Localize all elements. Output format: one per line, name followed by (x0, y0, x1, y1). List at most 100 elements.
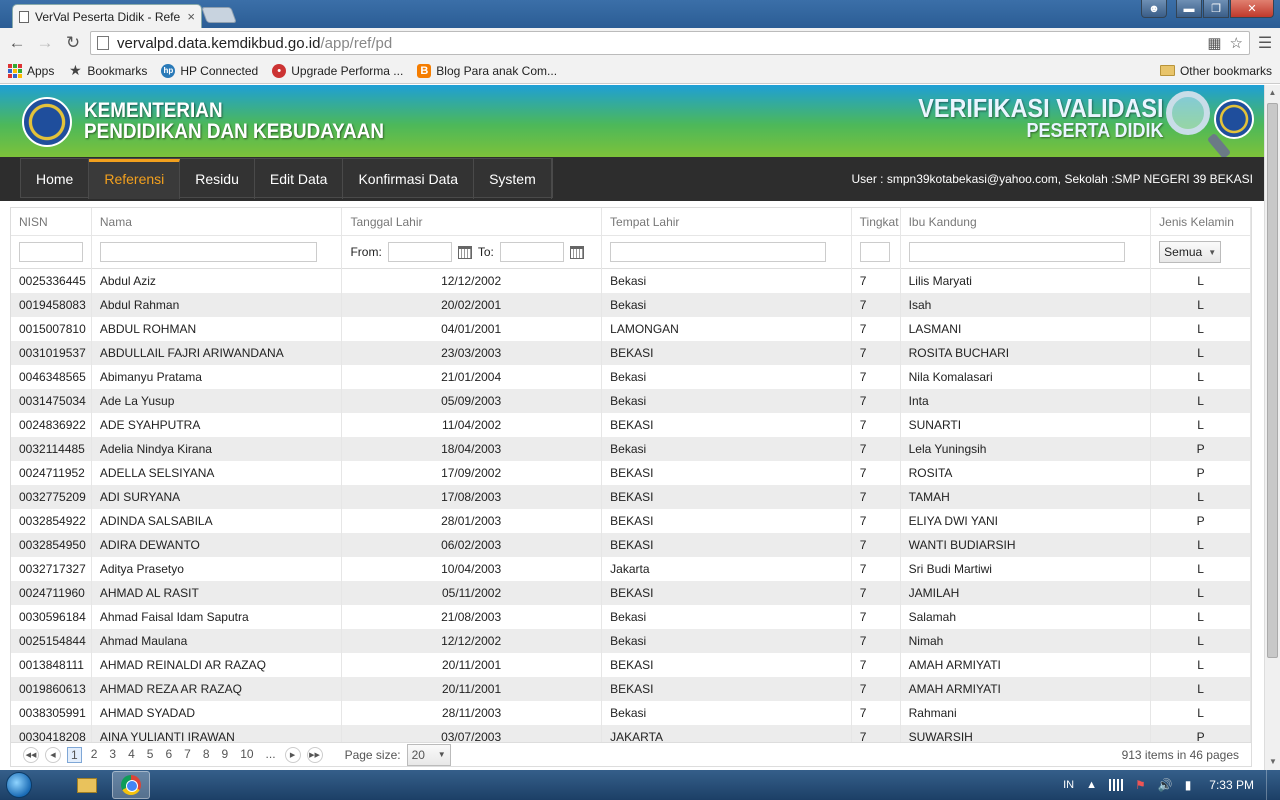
nav-home[interactable]: Home (21, 159, 90, 199)
close-window-button[interactable]: ✕ (1230, 0, 1274, 18)
bookmark-bookmarks[interactable]: ★ Bookmarks (68, 62, 147, 78)
forward-icon[interactable]: → (34, 32, 56, 54)
tray-expand-icon[interactable]: ▲ (1086, 779, 1097, 791)
col-ibu-kandung[interactable]: Ibu Kandung (901, 208, 1152, 235)
cell-ibu-kandung: ROSITA (901, 461, 1152, 485)
translate-icon[interactable]: ▦ (1207, 34, 1221, 52)
cell-nisn: 0038305991 (11, 701, 92, 725)
back-icon[interactable]: ← (6, 32, 28, 54)
table-row[interactable]: 0032717327 Aditya Prasetyo 10/04/2003 Jakar… (11, 557, 1251, 581)
page-number[interactable]: ... (263, 747, 279, 763)
address-bar[interactable]: vervalpd.data.kemdikbud.go.id/app/ref/pd… (90, 31, 1250, 55)
nav-residu[interactable]: Residu (180, 159, 255, 199)
chrome-menu-icon[interactable]: ☰ (1256, 33, 1274, 53)
minimize-button[interactable]: ▬ (1176, 0, 1202, 18)
filter-tingkat-input[interactable] (859, 242, 890, 262)
page-number[interactable]: 6 (162, 747, 175, 763)
table-row[interactable]: 0032114485 Adelia Nindya Kirana 18/04/2003… (11, 437, 1251, 461)
user-profile-icon[interactable]: ☻ (1141, 0, 1167, 18)
prev-page-icon[interactable]: ◀ (45, 746, 61, 763)
scroll-down-icon[interactable]: ▼ (1265, 754, 1280, 770)
col-jenis-kelamin[interactable]: Jenis Kelamin (1151, 208, 1251, 235)
start-button[interactable] (0, 770, 38, 800)
taskbar-explorer[interactable] (68, 771, 106, 799)
bookmark-upgrade[interactable]: • Upgrade Performa ... (272, 63, 403, 78)
language-indicator[interactable]: IN (1063, 779, 1074, 791)
taskbar-chrome[interactable] (112, 771, 150, 799)
first-page-icon[interactable]: ◀◀ (23, 746, 39, 763)
table-row[interactable]: 0030596184 Ahmad Faisal Idam Saputra 21/08… (11, 605, 1251, 629)
nav-referensi[interactable]: Referensi (89, 159, 181, 199)
page-number[interactable]: 1 (67, 746, 82, 763)
filter-nisn-input[interactable] (19, 242, 83, 262)
col-tempat-lahir[interactable]: Tempat Lahir (602, 208, 852, 235)
calendar-icon[interactable] (569, 245, 584, 259)
table-row[interactable]: 0015007810 ABDUL ROHMAN 04/01/2001 LAMONGAN… (11, 317, 1251, 341)
bookmark-hp-connected[interactable]: hp HP Connected (161, 63, 258, 78)
clock[interactable]: 7:33 PM (1209, 778, 1254, 792)
table-row[interactable]: 0025336445 Abdul Aziz 12/12/2002 Bekasi 7 Lil… (11, 269, 1251, 293)
scroll-up-icon[interactable]: ▲ (1265, 85, 1280, 101)
table-row[interactable]: 0032854922 ADINDA SALSABILA 28/01/2003 BEKA… (11, 509, 1251, 533)
gender-filter-select[interactable]: Semua ▼ (1159, 241, 1222, 263)
cell-nama: AHMAD SYADAD (92, 701, 343, 725)
bookmark-star-icon[interactable]: ☆ (1230, 34, 1243, 52)
page-number[interactable]: 7 (181, 747, 194, 763)
windows-taskbar: IN ▲ ⚑ 🔊 ▮ 7:33 PM (0, 770, 1280, 800)
page-number[interactable]: 3 (106, 747, 119, 763)
other-bookmarks[interactable]: Other bookmarks (1159, 64, 1272, 78)
nav-system[interactable]: System (474, 159, 552, 199)
signal-icon[interactable] (1108, 779, 1123, 791)
nav-edit-data[interactable]: Edit Data (255, 159, 344, 199)
calendar-icon[interactable] (457, 245, 472, 259)
filter-nama-input[interactable] (99, 242, 317, 262)
col-tingkat[interactable]: Tingkat (852, 208, 901, 235)
bookmark-blog[interactable]: B Blog Para anak Com... (417, 63, 557, 78)
bookmark-apps[interactable]: Apps (8, 63, 54, 78)
nav-konfirmasi-data[interactable]: Konfirmasi Data (343, 159, 475, 199)
cell-tempat-lahir: Bekasi (602, 269, 852, 293)
table-row[interactable]: 0024836922 ADE SYAHPUTRA 11/04/2002 BEKASI 7… (11, 413, 1251, 437)
page-number[interactable]: 5 (144, 747, 157, 763)
page-scrollbar[interactable]: ▲ ▼ (1264, 85, 1280, 770)
table-row[interactable]: 0019860613 AHMAD REZA AR RAZAQ 20/11/2001 B… (11, 677, 1251, 701)
flag-icon[interactable]: ⚑ (1135, 778, 1146, 792)
scroll-thumb[interactable] (1267, 103, 1278, 658)
col-tanggal-lahir[interactable]: Tanggal Lahir (342, 208, 603, 235)
page-number[interactable]: 4 (125, 747, 138, 763)
filter-ibu-input[interactable] (908, 242, 1125, 262)
page-info-icon[interactable] (97, 36, 109, 50)
page-number[interactable]: 2 (88, 747, 101, 763)
table-row[interactable]: 0031019537 ABDULLAIL FAJRI ARIWANDANA 23/0… (11, 341, 1251, 365)
table-row[interactable]: 0019458083 Abdul Rahman 20/02/2001 Bekasi 7 I… (11, 293, 1251, 317)
maximize-button[interactable]: ❐ (1203, 0, 1229, 18)
table-row[interactable]: 0032775209 ADI SURYANA 17/08/2003 BEKASI 7 TA… (11, 485, 1251, 509)
browser-tab[interactable]: VerVal Peserta Didik - Refe × (12, 4, 202, 28)
page-number[interactable]: 10 (237, 747, 256, 763)
new-tab-button[interactable] (201, 7, 237, 23)
col-nama[interactable]: Nama (92, 208, 343, 235)
table-row[interactable]: 0024711960 AHMAD AL RASIT 05/11/2002 BEKASI… (11, 581, 1251, 605)
cell-tingkat: 7 (852, 677, 901, 701)
next-page-icon[interactable]: ▶ (284, 746, 301, 763)
battery-icon[interactable]: ▮ (1185, 778, 1192, 792)
table-row[interactable]: 0025154844 Ahmad Maulana 12/12/2002 Bekasi 7… (11, 629, 1251, 653)
show-desktop-button[interactable] (1266, 770, 1280, 800)
page-size-select[interactable]: 20 ▼ (406, 743, 451, 766)
filter-tempat-input[interactable] (610, 242, 827, 262)
table-row[interactable]: 0032854950 ADIRA DEWANTO 06/02/2003 BEKASI 7… (11, 533, 1251, 557)
table-row[interactable]: 0046348565 Abimanyu Pratama 21/01/2004 Beka… (11, 365, 1251, 389)
volume-icon[interactable]: 🔊 (1158, 778, 1173, 792)
page-number[interactable]: 8 (200, 747, 213, 763)
table-row[interactable]: 0024711952 ADELLA SELSIYANA 17/09/2002 BEKA… (11, 461, 1251, 485)
table-row[interactable]: 0031475034 Ade La Yusup 05/09/2003 Bekasi 7 I… (11, 389, 1251, 413)
filter-from-input[interactable] (387, 242, 452, 262)
col-nisn[interactable]: NISN (11, 208, 92, 235)
reload-icon[interactable]: ↻ (62, 32, 84, 54)
page-number[interactable]: 9 (219, 747, 232, 763)
tab-close-icon[interactable]: × (187, 9, 195, 24)
last-page-icon[interactable]: ▶▶ (306, 746, 323, 763)
table-row[interactable]: 0038305991 AHMAD SYADAD 28/11/2003 Bekasi 7 R… (11, 701, 1251, 725)
table-row[interactable]: 0013848111 AHMAD REINALDI AR RAZAQ 20/11/2… (11, 653, 1251, 677)
filter-to-input[interactable] (499, 242, 564, 262)
